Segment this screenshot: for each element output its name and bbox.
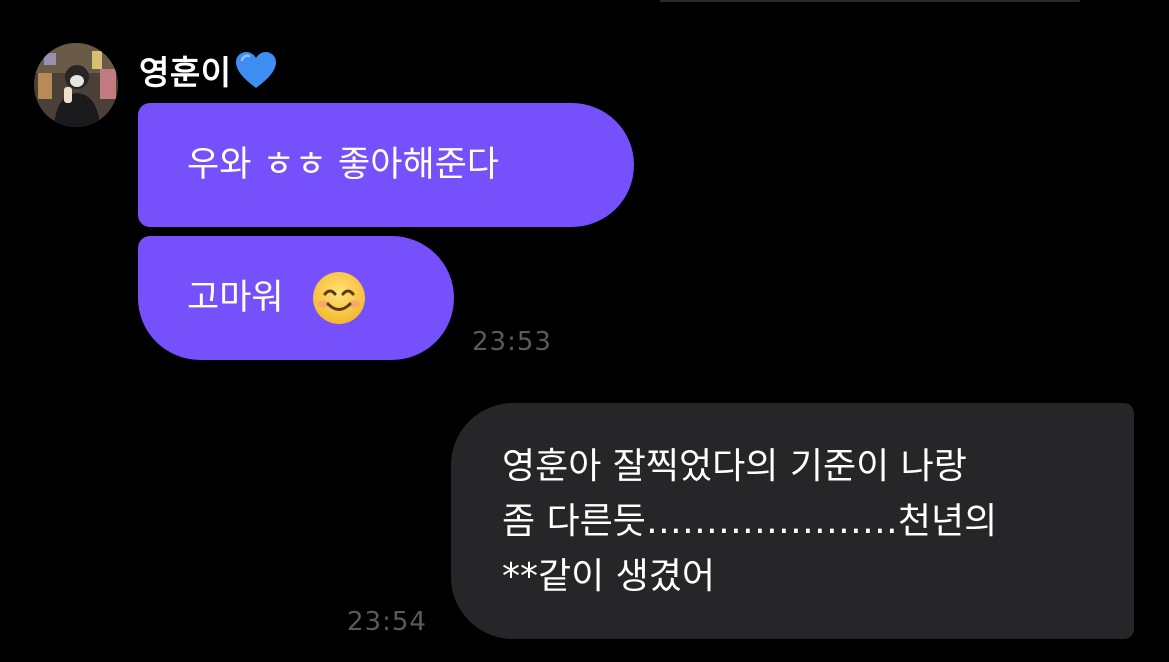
blue-heart-icon xyxy=(235,52,276,88)
smiling-face-emoji-icon xyxy=(312,272,365,324)
sender-avatar[interactable] xyxy=(34,43,118,127)
message-timestamp: 23:53 xyxy=(472,327,552,357)
profile-photo-icon xyxy=(34,43,118,127)
incoming-message-bubble[interactable]: 고마워 xyxy=(138,236,454,360)
message-text: 우와 ㅎㅎ 좋아해준다 xyxy=(187,144,500,185)
top-divider xyxy=(660,0,1080,2)
incoming-message-bubble[interactable]: 우와 ㅎㅎ 좋아해준다 xyxy=(138,103,634,227)
message-text: 고마워 xyxy=(187,277,284,318)
message-text: 영훈아 잘찍었다의 기준이 나랑 좀 다른듯…………………천년의 **같이 생겼… xyxy=(502,445,998,597)
sender-name: 영훈이 xyxy=(139,48,278,92)
message-timestamp: 23:54 xyxy=(347,607,427,637)
outgoing-message-bubble[interactable]: 영훈아 잘찍었다의 기준이 나랑 좀 다른듯…………………천년의 **같이 생겼… xyxy=(451,403,1134,639)
sender-name-text: 영훈이 xyxy=(139,53,232,92)
